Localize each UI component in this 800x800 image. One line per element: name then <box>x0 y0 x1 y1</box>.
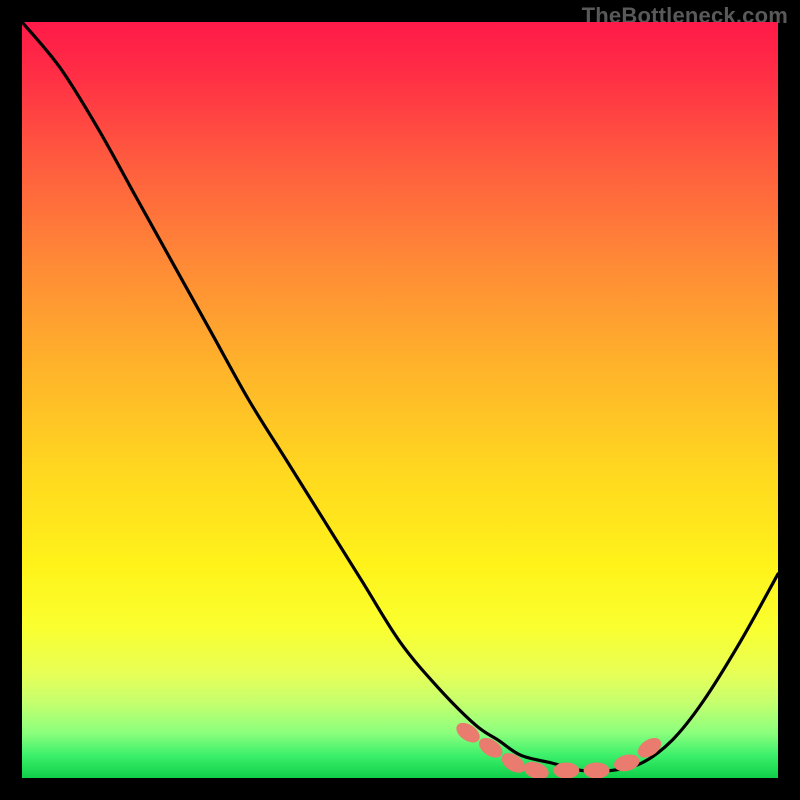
highlight-markers <box>453 719 665 778</box>
curve-line <box>22 22 778 771</box>
marker-dot <box>475 734 506 762</box>
marker-dot <box>553 762 579 778</box>
marker-dot <box>498 749 529 777</box>
marker-dot <box>453 719 484 747</box>
marker-dot <box>584 762 610 778</box>
chart-svg <box>22 22 778 778</box>
chart-frame: TheBottleneck.com <box>0 0 800 800</box>
plot-area <box>22 22 778 778</box>
